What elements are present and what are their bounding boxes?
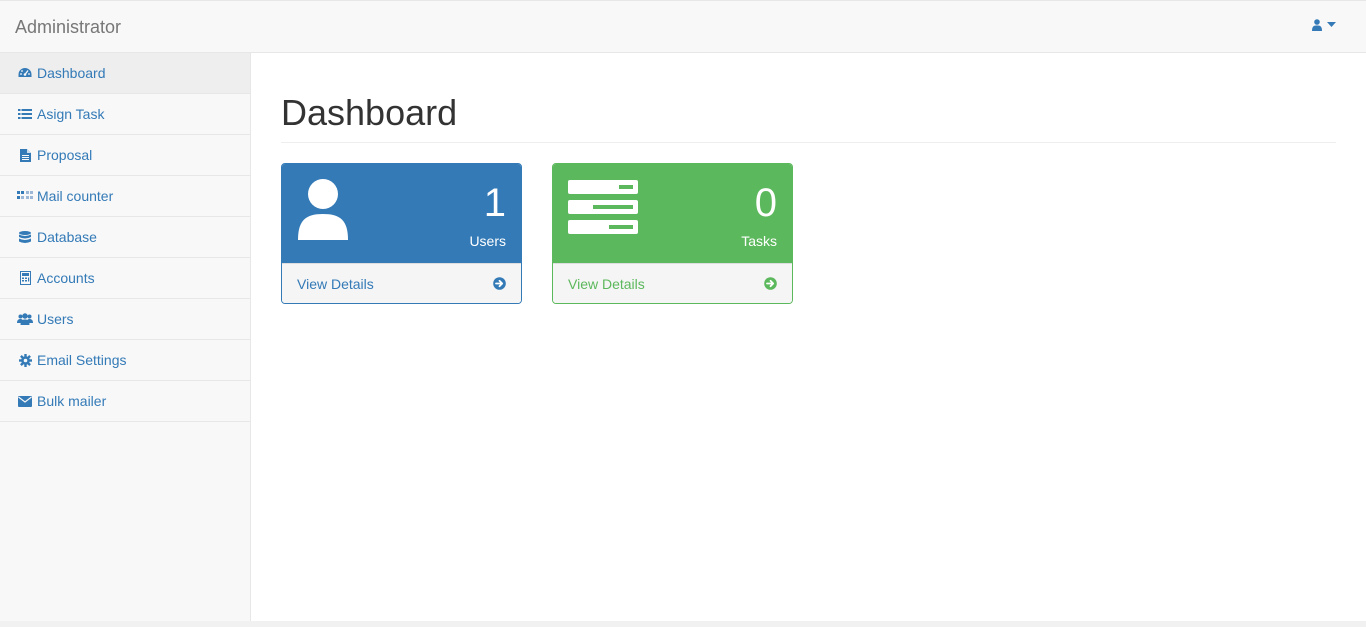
sidebar-item-label: Users [37,311,74,327]
users-icon [17,311,33,327]
sidebar-item-label: Dashboard [37,65,106,81]
sidebar-item-label: Database [37,229,97,245]
sidebar-item-asign-task[interactable]: Asign Task [0,94,250,135]
sidebar-item-label: Email Settings [37,352,127,368]
arrow-circle-right-icon [764,277,777,290]
tasks-panel: 0 Tasks View Details [552,163,793,304]
sidebar-item-dashboard[interactable]: Dashboard [0,53,250,94]
users-view-details-link[interactable]: View Details [282,263,521,303]
sidebar-item-label: Mail counter [37,188,114,204]
tasks-count: 0 [754,181,777,225]
gear-icon [17,352,33,368]
sidebar-item-bulk-mailer[interactable]: Bulk mailer [0,381,250,422]
sidebar-item-email-settings[interactable]: Email Settings [0,340,250,381]
tasks-icon [567,178,639,237]
th-icon [17,188,33,204]
title-divider [281,142,1336,143]
tasks-label: Tasks [741,233,777,249]
users-count: 1 [483,181,506,225]
sidebar-item-label: Asign Task [37,106,105,122]
caret-down-icon [1327,22,1336,28]
top-navbar: Administrator [0,0,1366,53]
file-text-icon [17,147,33,163]
sidebar-item-database[interactable]: Database [0,217,250,258]
list-icon [17,106,33,122]
sidebar-item-mail-counter[interactable]: Mail counter [0,176,250,217]
database-icon [17,229,33,245]
user-icon [296,178,350,243]
view-details-label: View Details [568,275,645,292]
bottom-strip [0,621,1366,627]
sidebar-nav: Dashboard Asign Task Proposal Mail count… [0,53,251,621]
sidebar-item-label: Bulk mailer [37,393,107,409]
main-content: Dashboard 1 Users View Details 0 Tasks V [251,53,1366,621]
users-panel-heading: 1 Users [282,164,521,263]
envelope-icon [17,393,33,409]
page-title: Dashboard [281,92,458,133]
sidebar-item-accounts[interactable]: Accounts [0,258,250,299]
sidebar-item-label: Proposal [37,147,93,163]
users-label: Users [469,233,506,249]
calculator-icon [17,270,33,286]
view-details-label: View Details [297,275,374,292]
dashboard-icon [17,65,33,81]
sidebar-item-users[interactable]: Users [0,299,250,340]
sidebar-item-proposal[interactable]: Proposal [0,135,250,176]
tasks-view-details-link[interactable]: View Details [553,263,792,303]
arrow-circle-right-icon [493,277,506,290]
tasks-panel-heading: 0 Tasks [553,164,792,263]
brand-title[interactable]: Administrator [15,17,121,37]
sidebar-item-label: Accounts [37,270,95,286]
user-menu-dropdown[interactable] [1312,19,1336,31]
users-panel: 1 Users View Details [281,163,522,304]
user-icon [1312,19,1322,31]
